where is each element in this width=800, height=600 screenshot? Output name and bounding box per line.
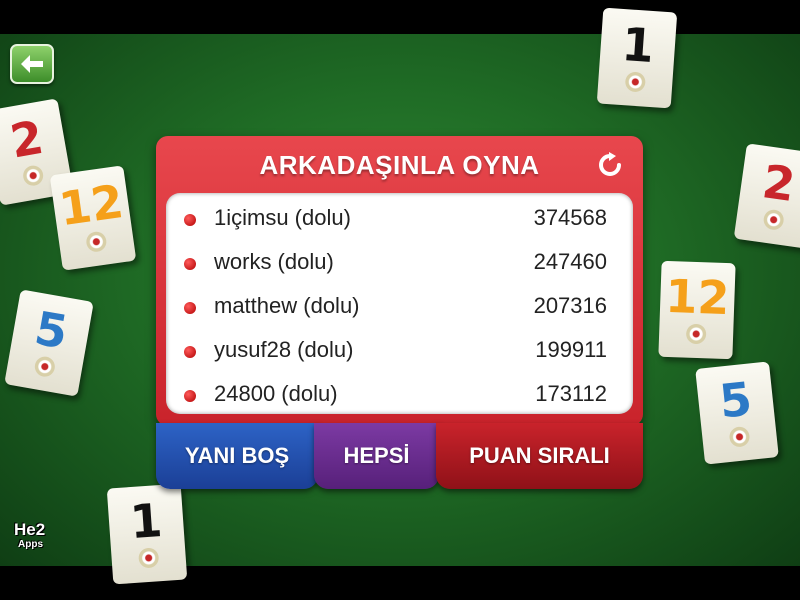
tile-number: 2	[6, 109, 48, 169]
tile-dot-icon	[85, 230, 108, 254]
friends-lobby-panel: ARKADAŞINLA OYNA 1içimsu (dolu) 374568 w…	[156, 136, 643, 491]
back-button[interactable]	[10, 44, 54, 84]
tile-number: 5	[716, 371, 755, 429]
refresh-icon[interactable]	[597, 152, 623, 178]
player-row[interactable]: 24800 (dolu) 173112	[166, 373, 633, 414]
player-score: 247460	[533, 249, 607, 274]
player-row[interactable]: works (dolu) 247460	[166, 241, 633, 285]
player-name: 1içimsu (dolu)	[214, 205, 351, 230]
tile-number: 12	[664, 268, 731, 326]
bullet-icon	[184, 346, 196, 358]
okey-tile: 1	[596, 7, 678, 109]
okey-tile: 1	[106, 483, 188, 585]
tile-dot-icon	[33, 355, 57, 379]
tile-number: 2	[759, 154, 799, 213]
tab-empty-seats[interactable]: YANI BOŞ	[156, 423, 318, 489]
letterbox-top	[0, 0, 800, 34]
player-name: yusuf28 (dolu)	[214, 337, 354, 362]
tile-dot-icon	[21, 164, 45, 188]
arrow-left-icon	[21, 55, 43, 73]
player-score: 374568	[533, 205, 607, 230]
okey-tile: 12	[658, 260, 736, 360]
player-name: 24800 (dolu)	[214, 381, 338, 406]
panel-frame: ARKADAŞINLA OYNA 1içimsu (dolu) 374568 w…	[156, 136, 643, 426]
tile-dot-icon	[685, 323, 707, 345]
game-screen: 2 12 5 1 1 2 12 5 ARKADAŞINLA OYNA 1içim…	[0, 0, 800, 600]
tile-number: 1	[620, 16, 656, 74]
player-row[interactable]: yusuf28 (dolu) 199911	[166, 329, 633, 373]
tab-sort-by-points[interactable]: PUAN SIRALI	[436, 423, 643, 489]
bullet-icon	[184, 390, 196, 402]
tile-dot-icon	[138, 547, 160, 569]
tile-number: 1	[128, 492, 164, 550]
player-score: 173112	[535, 381, 607, 406]
tile-dot-icon	[728, 425, 751, 448]
player-list: 1içimsu (dolu) 374568 works (dolu) 24746…	[166, 193, 633, 414]
logo-line2: Apps	[18, 539, 43, 550]
tile-number: 5	[30, 300, 72, 360]
bullet-icon	[184, 258, 196, 270]
player-row[interactable]: matthew (dolu) 207316	[166, 285, 633, 329]
bullet-icon	[184, 214, 196, 226]
player-score: 199911	[535, 337, 607, 362]
okey-tile: 12	[49, 165, 137, 271]
player-name: matthew (dolu)	[214, 293, 360, 318]
tile-dot-icon	[762, 208, 785, 232]
player-row[interactable]: 1içimsu (dolu) 374568	[166, 197, 633, 241]
player-name: works (dolu)	[214, 249, 334, 274]
bullet-icon	[184, 302, 196, 314]
okey-tile: 5	[695, 361, 779, 465]
panel-title: ARKADAŞINLA OYNA	[259, 150, 540, 180]
tile-number: 12	[55, 173, 127, 237]
tile-dot-icon	[624, 71, 646, 93]
he2-apps-logo: He2 Apps	[14, 521, 45, 552]
tab-all[interactable]: HEPSİ	[314, 423, 439, 489]
player-score: 207316	[533, 293, 607, 318]
